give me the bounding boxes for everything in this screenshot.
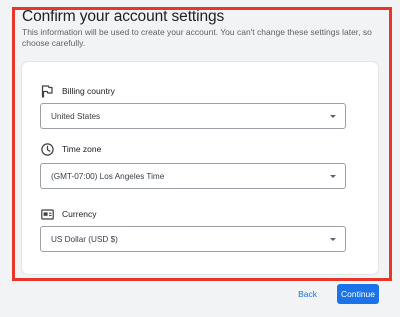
action-bar: Back Continue — [290, 284, 379, 304]
back-button[interactable]: Back — [290, 284, 325, 304]
account-settings-page: Confirm your account settings This infor… — [0, 0, 400, 317]
highlight-frame — [12, 7, 392, 281]
continue-button[interactable]: Continue — [337, 284, 379, 304]
